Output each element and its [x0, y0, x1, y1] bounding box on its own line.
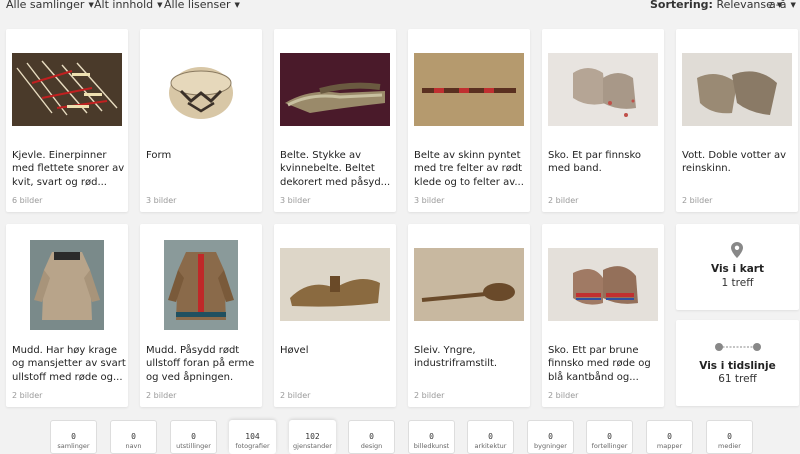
- licenses-filter[interactable]: Alle lisenser ▼: [164, 0, 240, 11]
- sort-order-value: a-å: [769, 0, 787, 11]
- timeline-icon: [715, 343, 761, 351]
- timeline-view-card[interactable]: Vis i tidslinje 61 treff: [676, 320, 799, 406]
- result-card[interactable]: Mudd. Har høy krage og mansjetter av sva…: [6, 224, 128, 407]
- item-thumbnail: [414, 248, 524, 321]
- image-count: 2 bilder: [280, 391, 311, 400]
- map-view-label: Vis i kart: [711, 263, 764, 275]
- item-title: Sko. Ett par brune finnsko med røde og b…: [548, 345, 651, 383]
- category-count: 104: [245, 432, 260, 441]
- category-count: 0: [667, 432, 672, 441]
- item-thumbnail: [548, 248, 658, 321]
- item-title: Mudd. Har høy krage og mansjetter av sva…: [12, 345, 126, 383]
- collections-filter-label: Alle samlinger: [6, 0, 85, 11]
- item-title: Form: [146, 150, 172, 161]
- image-count: 3 bilder: [146, 196, 177, 205]
- image-count: 2 bilder: [414, 391, 445, 400]
- image-count: 2 bilder: [548, 196, 579, 205]
- item-title: Høvel: [280, 345, 309, 356]
- item-title: Sko. Et par finnsko med band.: [548, 150, 642, 175]
- item-title: Kjevle. Einerpinner med flettete snorer …: [12, 150, 125, 188]
- category-count: 0: [191, 432, 196, 441]
- item-title: Sleiv. Yngre, industriframstilt.: [414, 345, 498, 370]
- image-count: 3 bilder: [280, 196, 311, 205]
- item-thumbnail: [280, 248, 390, 321]
- item-thumbnail: [414, 53, 524, 126]
- content-filter[interactable]: Alt innhold ▼: [94, 0, 163, 11]
- result-card[interactable]: Sko. Ett par brune finnsko med røde og b…: [542, 224, 664, 407]
- caret-down-icon: ▼: [790, 1, 796, 9]
- filter-bar: Alle samlinger ▼ Alt innhold ▼ Alle lisens…: [0, 0, 800, 14]
- item-title: Mudd. Påsydd rødt ullstoff foran på erme…: [146, 345, 255, 383]
- category-count: 0: [429, 432, 434, 441]
- result-card[interactable]: Mudd. Påsydd rødt ullstoff foran på erme…: [140, 224, 262, 407]
- result-card[interactable]: Sleiv. Yngre, industriframstilt. 2 bilde…: [408, 224, 530, 407]
- caret-down-icon: ▼: [234, 1, 240, 9]
- item-thumbnail: [30, 240, 104, 330]
- sort-order-dropdown[interactable]: a-å ▼: [769, 0, 796, 11]
- category-count: 102: [305, 432, 320, 441]
- sort-dropdown[interactable]: Sortering: Relevanse ▼: [650, 0, 782, 11]
- image-count: 2 bilder: [12, 391, 43, 400]
- item-thumbnail: [12, 53, 122, 126]
- category-count: 0: [548, 432, 553, 441]
- result-card[interactable]: Høvel 2 bilder: [274, 224, 396, 407]
- sort-label: Sortering:: [650, 0, 713, 11]
- category-count: 0: [488, 432, 493, 441]
- item-thumbnail: [164, 240, 238, 330]
- map-pin-icon: [731, 242, 743, 258]
- category-count: 0: [607, 432, 612, 441]
- timeline-result-count: 61 treff: [718, 373, 757, 385]
- item-title: Belte. Stykke av kvinnebelte. Beltet dek…: [280, 150, 391, 188]
- category-count: 0: [727, 432, 732, 441]
- result-card[interactable]: Vott. Doble votter av reinskinn. 2 bilde…: [676, 29, 798, 212]
- map-result-count: 1 treff: [721, 277, 754, 289]
- result-card[interactable]: Belte. Stykke av kvinnebelte. Beltet dek…: [274, 29, 396, 212]
- result-card[interactable]: Form 3 bilder: [140, 29, 262, 212]
- result-card[interactable]: Belte av skinn pyntet med tre felter av …: [408, 29, 530, 212]
- sort-value: Relevanse: [716, 0, 773, 11]
- image-count: 2 bilder: [682, 196, 713, 205]
- image-count: 6 bilder: [12, 196, 43, 205]
- image-count: 2 bilder: [548, 391, 579, 400]
- item-title: Vott. Doble votter av reinskinn.: [682, 150, 787, 175]
- category-count: 0: [369, 432, 374, 441]
- collections-filter[interactable]: Alle samlinger ▼: [6, 0, 94, 11]
- item-thumbnail: [548, 53, 658, 126]
- timeline-view-label: Vis i tidslinje: [699, 360, 776, 372]
- item-thumbnail: [146, 53, 256, 126]
- image-count: 2 bilder: [146, 391, 177, 400]
- item-thumbnail: [280, 53, 390, 126]
- item-title: Belte av skinn pyntet med tre felter av …: [414, 150, 524, 188]
- licenses-filter-label: Alle lisenser: [164, 0, 231, 11]
- caret-down-icon: ▼: [157, 1, 163, 9]
- content-filter-label: Alt innhold: [94, 0, 154, 11]
- category-count: 0: [71, 432, 76, 441]
- map-view-card[interactable]: Vis i kart 1 treff: [676, 224, 799, 310]
- result-card[interactable]: Kjevle. Einerpinner med flettete snorer …: [6, 29, 128, 212]
- item-thumbnail: [682, 53, 792, 126]
- result-card[interactable]: Sko. Et par finnsko med band. 2 bilder: [542, 29, 664, 212]
- category-count: 0: [131, 432, 136, 441]
- image-count: 3 bilder: [414, 196, 445, 205]
